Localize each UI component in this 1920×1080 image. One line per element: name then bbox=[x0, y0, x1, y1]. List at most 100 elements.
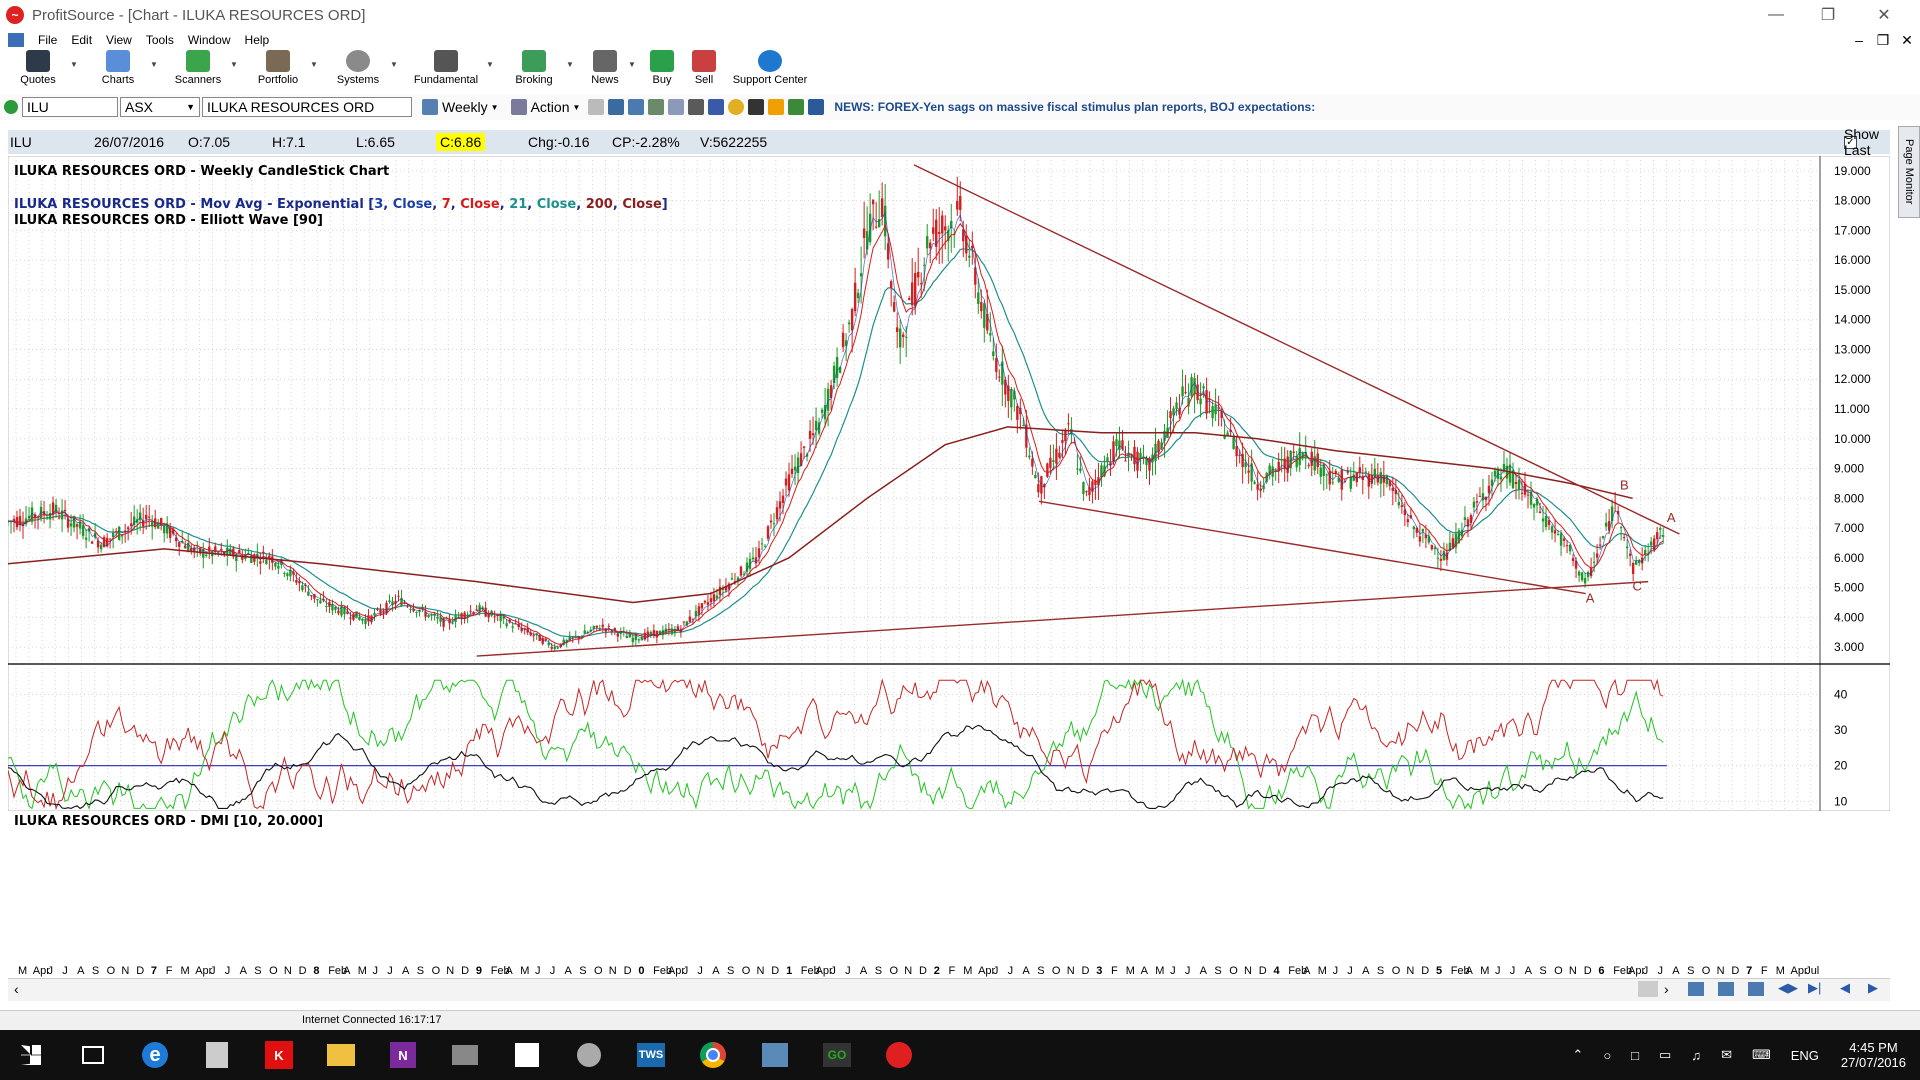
wifi-icon[interactable]: ○ bbox=[1603, 1048, 1611, 1063]
task-view-icon[interactable] bbox=[72, 1034, 114, 1076]
zoom-out-icon[interactable] bbox=[1718, 982, 1734, 996]
store-icon[interactable] bbox=[506, 1034, 548, 1076]
close-icon[interactable]: ✕ bbox=[1856, 0, 1912, 30]
app-grid-icon[interactable] bbox=[444, 1034, 486, 1076]
news-button[interactable]: News bbox=[582, 50, 628, 86]
y-tick-label: 9.000 bbox=[1834, 462, 1864, 476]
candle-body bbox=[1430, 545, 1434, 550]
chart-svg[interactable]: 19.000 18.000 17.000 16.000 15.000 14.000 13.0… bbox=[6, 155, 1891, 812]
menu-window[interactable]: Window bbox=[188, 33, 231, 47]
cars-icon[interactable] bbox=[748, 99, 765, 115]
profitsource-icon[interactable] bbox=[878, 1034, 920, 1076]
charts-dropdown-icon[interactable]: ▼ bbox=[150, 60, 160, 69]
time-axis-label: 2 bbox=[934, 965, 940, 977]
menu-file[interactable]: File bbox=[38, 33, 57, 47]
language-indicator[interactable]: ENG bbox=[1791, 1048, 1819, 1063]
edge-icon[interactable]: e bbox=[134, 1034, 176, 1076]
scan-icon[interactable] bbox=[648, 99, 665, 115]
quotes-dropdown-icon[interactable]: ▼ bbox=[70, 60, 80, 69]
notification-icon[interactable]: ✉ bbox=[1721, 1047, 1732, 1063]
time-axis-label: F bbox=[1111, 965, 1118, 977]
broking-dropdown-icon[interactable]: ▼ bbox=[566, 60, 576, 69]
zoom-in-icon[interactable] bbox=[1688, 982, 1704, 996]
y-tick-label: 19.000 bbox=[1834, 164, 1871, 178]
layout-icon[interactable] bbox=[668, 99, 685, 115]
buy-button[interactable]: Buy bbox=[644, 50, 680, 86]
charts-button[interactable]: Charts bbox=[86, 50, 150, 86]
sell-button[interactable]: Sell bbox=[686, 50, 722, 86]
mdi-restore-icon[interactable]: ❐ bbox=[1872, 30, 1894, 50]
page-monitor-tab[interactable]: Page Monitor bbox=[1898, 126, 1920, 218]
prev-icon[interactable]: ◀ bbox=[1840, 980, 1850, 996]
portfolio-button[interactable]: Portfolio bbox=[246, 50, 310, 86]
last-bar-icon[interactable]: ▶| bbox=[1808, 980, 1821, 996]
action-dropdown[interactable]: Action ▼ bbox=[507, 99, 580, 115]
scanners-dropdown-icon[interactable]: ▼ bbox=[230, 60, 240, 69]
monitor-icon[interactable] bbox=[628, 99, 645, 115]
tws-icon[interactable]: TWS bbox=[630, 1034, 672, 1076]
fundamental-button[interactable]: Fundamental bbox=[406, 50, 486, 86]
news-ticker[interactable]: NEWS: FOREX-Yen sags on massive fiscal s… bbox=[834, 100, 1315, 114]
scroll-thumb[interactable] bbox=[1638, 981, 1658, 997]
show-last-checkbox[interactable]: ✓ Show Last bbox=[1844, 126, 1879, 158]
next-icon[interactable]: ▶ bbox=[1868, 980, 1878, 996]
trade-icon[interactable] bbox=[788, 99, 805, 115]
news-dropdown-icon[interactable]: ▼ bbox=[628, 60, 638, 69]
support-center-button[interactable]: Support Center bbox=[728, 50, 812, 86]
horizontal-scrollbar[interactable]: ‹ › ◀▶ ▶| ◀ ▶ bbox=[8, 978, 1890, 1001]
time-axis-label: A bbox=[565, 965, 573, 977]
k-app-icon[interactable]: K bbox=[258, 1034, 300, 1076]
candle-body bbox=[1622, 537, 1626, 539]
start-icon[interactable] bbox=[10, 1034, 52, 1076]
candle-body bbox=[1379, 472, 1383, 484]
onenote-icon[interactable]: N bbox=[382, 1034, 424, 1076]
chrome-icon[interactable] bbox=[692, 1034, 734, 1076]
scroll-right-icon[interactable]: › bbox=[1664, 981, 1669, 997]
network-app-icon[interactable] bbox=[568, 1034, 610, 1076]
keyboard-icon[interactable]: ⌨ bbox=[1752, 1047, 1771, 1063]
go-icon[interactable] bbox=[4, 100, 18, 114]
minimize-icon[interactable]: — bbox=[1748, 0, 1804, 30]
systems-button[interactable]: Systems bbox=[326, 50, 390, 86]
network-icon[interactable]: □ bbox=[1631, 1048, 1639, 1063]
restore-icon[interactable]: ❐ bbox=[1800, 0, 1856, 30]
news-feed-icon[interactable] bbox=[808, 99, 825, 115]
clock[interactable]: 4:45 PM 27/07/2016 bbox=[1841, 1040, 1906, 1070]
mdi-minimize-icon[interactable]: – bbox=[1848, 30, 1870, 50]
battery-icon[interactable]: ▭ bbox=[1659, 1047, 1671, 1063]
candle-body bbox=[1559, 533, 1563, 546]
mdi-close-icon[interactable]: ✕ bbox=[1896, 30, 1918, 50]
candle-body bbox=[217, 552, 220, 554]
period-dropdown[interactable]: Weekly ▼ bbox=[418, 99, 499, 115]
file-explorer-icon[interactable] bbox=[320, 1034, 362, 1076]
page-icon[interactable] bbox=[588, 99, 605, 115]
calculator-icon[interactable] bbox=[196, 1034, 238, 1076]
compass-icon[interactable] bbox=[608, 99, 625, 115]
symbol-input[interactable]: ILU bbox=[22, 97, 118, 117]
fundamental-dropdown-icon[interactable]: ▼ bbox=[486, 60, 496, 69]
candle-body bbox=[442, 618, 445, 627]
exchange-select[interactable]: ASX ▼ bbox=[120, 97, 200, 117]
systems-dropdown-icon[interactable]: ▼ bbox=[390, 60, 400, 69]
star-icon[interactable] bbox=[768, 99, 785, 115]
broking-button[interactable]: Broking bbox=[502, 50, 566, 86]
tray-chevron-icon[interactable]: ⌃ bbox=[1572, 1047, 1583, 1063]
portfolio-dropdown-icon[interactable]: ▼ bbox=[310, 60, 320, 69]
security-name-field[interactable]: ILUKA RESOURCES ORD bbox=[202, 97, 412, 117]
menu-view[interactable]: View bbox=[106, 33, 132, 47]
go-app-icon[interactable]: GO bbox=[816, 1034, 858, 1076]
scanners-button[interactable]: Scanners bbox=[166, 50, 230, 86]
control-panel-icon[interactable] bbox=[754, 1034, 796, 1076]
chart-icon[interactable] bbox=[708, 99, 725, 115]
menu-help[interactable]: Help bbox=[245, 33, 270, 47]
chart-area[interactable]: 19.000 18.000 17.000 16.000 15.000 14.000 13.0… bbox=[6, 155, 1891, 829]
tools-icon[interactable] bbox=[688, 99, 705, 115]
scroll-left-icon[interactable]: ‹ bbox=[14, 981, 19, 997]
quotes-button[interactable]: Quotes bbox=[6, 50, 70, 86]
volume-icon[interactable]: ♫ bbox=[1691, 1048, 1701, 1063]
fit-icon[interactable] bbox=[1748, 982, 1764, 996]
menu-tools[interactable]: Tools bbox=[146, 33, 174, 47]
expand-icon[interactable]: ◀▶ bbox=[1778, 980, 1798, 996]
lightbulb-icon[interactable] bbox=[728, 99, 745, 115]
menu-edit[interactable]: Edit bbox=[71, 33, 92, 47]
